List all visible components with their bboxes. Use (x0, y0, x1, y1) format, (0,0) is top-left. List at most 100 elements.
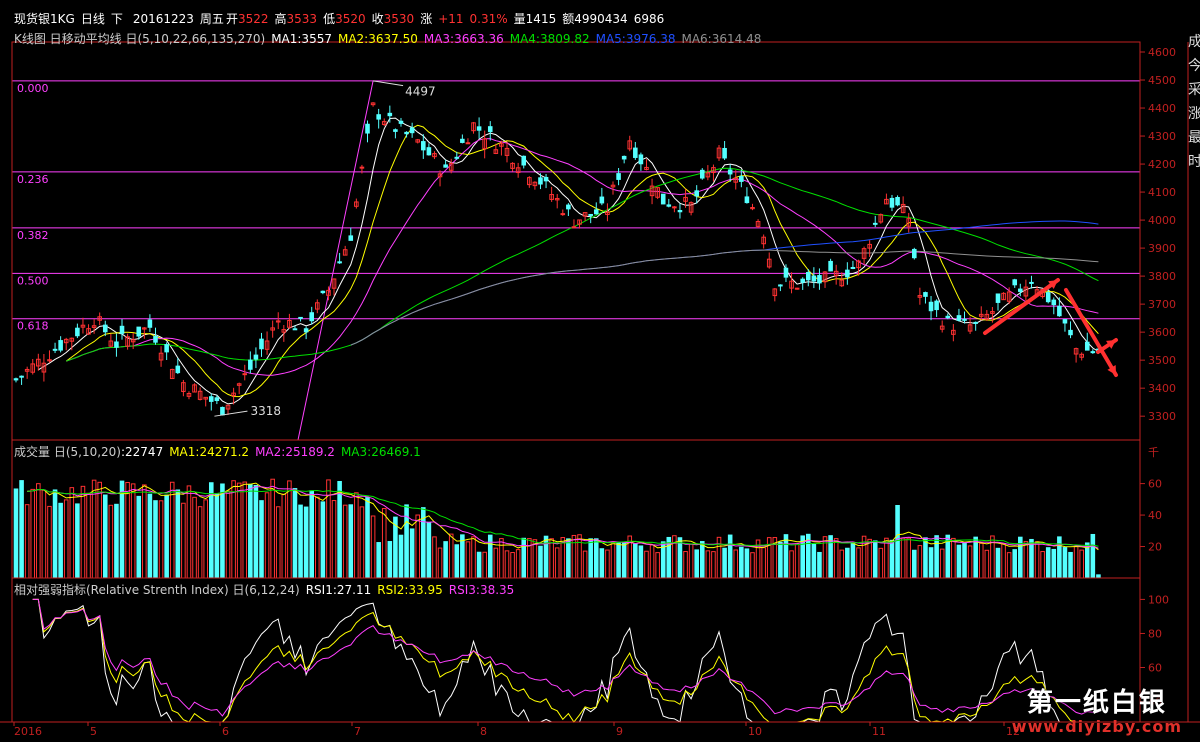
title-bar: 现货银1KG 日线下 20161223 周五 开3522 高3533 低3520 收3530 涨… (14, 10, 670, 27)
x-tick-label: 11 (872, 725, 886, 738)
candle-body (1051, 299, 1057, 306)
high-label: 高 (274, 12, 287, 26)
x-tick-label: 9 (616, 725, 623, 738)
volume-bar (538, 545, 543, 579)
candle-body (443, 164, 448, 168)
ma2-legend: MA2:3637.50 (337, 32, 418, 46)
candle-body (337, 261, 342, 264)
watermark-url: www.diyizby.com (1011, 717, 1182, 736)
close-value: 3530 (383, 12, 415, 26)
volume-bar (750, 552, 755, 579)
volume-bar (197, 506, 203, 579)
fib-label: 0.000 (17, 82, 49, 95)
volume-bar (554, 547, 560, 579)
candle-body (1045, 292, 1051, 303)
volume-bar (560, 537, 566, 579)
volume-bar (655, 552, 660, 579)
candle-body (153, 335, 158, 343)
volume-bar (711, 551, 716, 579)
volume-bar (13, 488, 19, 579)
volume-bar (359, 506, 365, 579)
volume-bar (175, 489, 181, 579)
volume-bar (699, 541, 705, 579)
volume-bar (114, 503, 119, 579)
volume-bar (1079, 549, 1084, 579)
candle-body (1068, 329, 1073, 336)
volume-bar (275, 506, 281, 579)
candle-body (945, 315, 951, 319)
candle-body (1029, 281, 1034, 284)
volume-bar (153, 500, 158, 579)
volume-value: 1415 (525, 12, 557, 26)
volume-bar (97, 481, 102, 579)
candle-body (114, 341, 119, 348)
volume-bar (1023, 541, 1029, 579)
change-pct: 0.31% (469, 12, 508, 26)
candle-body (13, 378, 19, 381)
candle-body (147, 319, 153, 328)
volume-bar (1040, 551, 1045, 579)
volume-bar (884, 537, 889, 579)
volume-bar (208, 482, 214, 579)
candle-body (956, 315, 962, 321)
volume-bar (878, 547, 884, 579)
ma5-legend: MA5:3976.38 (595, 32, 676, 46)
rsi1-legend: RSI1:27.11 (305, 583, 372, 597)
volume-bar (181, 502, 186, 579)
volume-bar (1001, 543, 1006, 579)
volume-bar (705, 550, 711, 579)
candle-body (52, 348, 58, 351)
volume-bar (939, 548, 945, 579)
candle-body (248, 359, 253, 370)
rsi3-legend: RSI3:38.35 (448, 583, 515, 597)
watermark-title: 第一纸白银 (1026, 688, 1167, 718)
candle-body (638, 154, 644, 165)
volume-bar (253, 484, 259, 579)
change-label: 涨 (420, 12, 433, 26)
price-tick-label: 3500 (1148, 354, 1176, 367)
candle-body (359, 166, 365, 169)
volume-bar (1034, 541, 1040, 579)
volume-bar (1045, 547, 1051, 579)
candle-body (694, 190, 699, 197)
vol-ma2-legend: MA2:25189.2 (255, 445, 335, 459)
period: 日线 (80, 12, 105, 26)
low-marker-line (214, 410, 248, 417)
volume-bar (995, 547, 1001, 579)
candle-body (454, 156, 460, 159)
price-tick-label: 3800 (1148, 270, 1176, 283)
volume-bar (845, 547, 850, 579)
price-legend: K线图 日移动平均线 日(5,10,22,66,135,270) MA1:3557… (14, 30, 767, 47)
candle-body (119, 325, 125, 334)
rsi-tick-label: 80 (1148, 627, 1162, 640)
volume-bar (739, 546, 744, 579)
candle-body (136, 326, 142, 337)
volume-bar (348, 504, 354, 579)
volume-bar (236, 482, 242, 579)
volume-bar (465, 541, 471, 579)
candle-body (175, 365, 181, 374)
candle-body (58, 340, 63, 351)
volume-bar (951, 537, 956, 579)
candle-body (476, 126, 482, 131)
candle-body (783, 267, 789, 278)
price-tick-label: 4600 (1148, 46, 1176, 59)
panel-frame (11, 41, 1141, 441)
candle-body (811, 275, 817, 282)
fib-label: 0.618 (17, 320, 49, 333)
volume-bar (281, 493, 287, 579)
candle-body (421, 141, 426, 151)
volume-bar (342, 504, 348, 579)
volume-bar (248, 483, 253, 579)
volume-bar (298, 504, 303, 579)
candle-body (845, 269, 850, 278)
close-label: 收 (371, 12, 384, 26)
volume-bar (58, 502, 63, 579)
candle-body (817, 275, 822, 284)
candle-body (521, 155, 527, 166)
volume-bar (610, 541, 616, 579)
volume-bar (220, 483, 225, 579)
volume-bar (214, 493, 220, 579)
candle-body (102, 324, 108, 333)
candle-body (409, 127, 415, 134)
